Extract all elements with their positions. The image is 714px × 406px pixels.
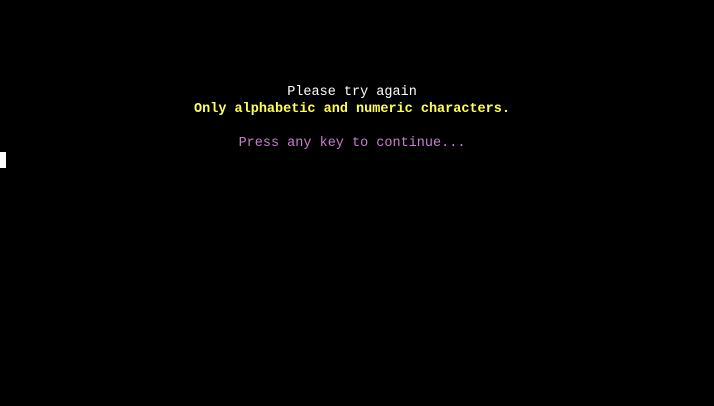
validation-error-message: Only alphabetic and numeric characters.: [194, 102, 510, 117]
continue-prompt: Press any key to continue...: [238, 136, 466, 151]
retry-message: Please try again: [287, 85, 417, 100]
terminal-screen[interactable]: Please try again Only alphabetic and num…: [0, 0, 714, 406]
text-cursor: [0, 152, 6, 168]
